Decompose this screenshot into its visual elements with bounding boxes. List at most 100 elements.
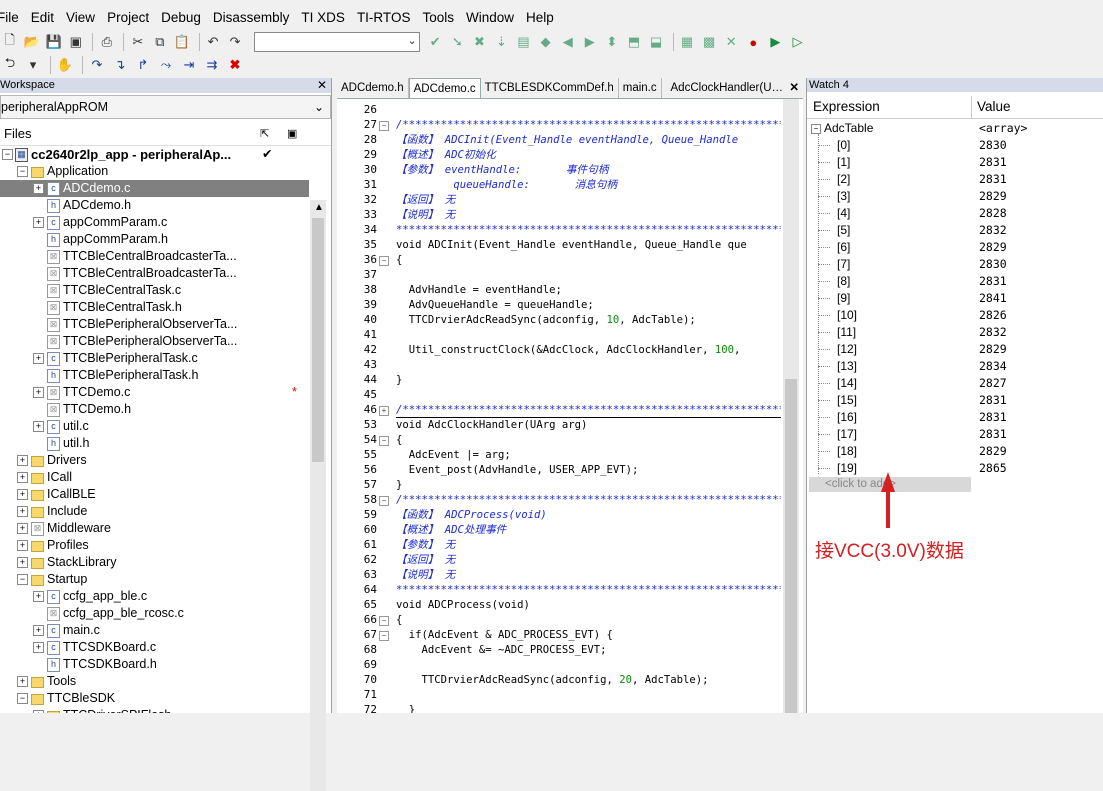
tree-item[interactable]: + c ccfg_app_ble.c bbox=[0, 588, 309, 605]
tree-item[interactable]: + Tools bbox=[0, 673, 309, 690]
menu-disassembly[interactable]: Disassembly bbox=[207, 10, 296, 25]
scroll-up-icon[interactable]: ▲ bbox=[314, 202, 324, 213]
watch-row[interactable]: [18] 2829 bbox=[807, 443, 1103, 460]
watch-row[interactable]: [1] 2831 bbox=[807, 154, 1103, 171]
expand-icon[interactable]: + bbox=[17, 540, 28, 551]
fold-expand-icon[interactable]: + bbox=[379, 406, 389, 416]
tool-icon-8[interactable]: ▶ bbox=[580, 32, 599, 52]
next-statement-icon[interactable]: ⤳ bbox=[156, 55, 176, 75]
expand-icon[interactable]: + bbox=[33, 421, 44, 432]
watch-row[interactable]: [14] 2827 bbox=[807, 375, 1103, 392]
tree-item[interactable]: + StackLibrary bbox=[0, 554, 309, 571]
paste-icon[interactable]: 📋 bbox=[172, 32, 191, 52]
redo-icon[interactable]: ↷ bbox=[226, 32, 245, 52]
watch-row[interactable]: [2] 2831 bbox=[807, 171, 1103, 188]
tree-item[interactable]: + ICallBLE bbox=[0, 486, 309, 503]
expand-icon[interactable]: + bbox=[17, 489, 28, 500]
collapse-icon[interactable]: − bbox=[2, 149, 13, 160]
collapse-icon[interactable]: − bbox=[17, 574, 28, 585]
download-debug-icon[interactable]: ▶ bbox=[766, 32, 785, 52]
watch-row[interactable]: [12] 2829 bbox=[807, 341, 1103, 358]
cut-icon[interactable]: ✂ bbox=[128, 32, 147, 52]
stop-build-icon[interactable]: ✕ bbox=[722, 32, 741, 52]
watch-row[interactable]: [11] 2832 bbox=[807, 324, 1103, 341]
tree-item[interactable]: ⊠ TTCBlePeripheralObserverTa... bbox=[0, 316, 309, 333]
tree-item[interactable]: +TTCDriverSPIFlash bbox=[0, 707, 309, 713]
code-area[interactable]: /***************************************… bbox=[396, 99, 781, 713]
tree-item[interactable]: ⊠ TTCBleCentralTask.c bbox=[0, 282, 309, 299]
reset-icon[interactable]: ⮌ bbox=[0, 55, 20, 75]
menu-project[interactable]: Project bbox=[101, 10, 155, 25]
tab-adcdemo-c[interactable]: ADCdemo.c bbox=[408, 78, 481, 98]
collapse-icon[interactable]: − bbox=[811, 124, 821, 134]
step-into-icon[interactable]: ↴ bbox=[110, 55, 130, 75]
fold-collapse-icon[interactable]: − bbox=[379, 256, 389, 266]
tool-icon-9[interactable]: ⬍ bbox=[602, 32, 621, 52]
menu-tools[interactable]: Tools bbox=[416, 10, 460, 25]
run-to-cursor-icon[interactable]: ⇥ bbox=[179, 55, 199, 75]
step-over-icon[interactable]: ↷ bbox=[87, 55, 107, 75]
tool-icon-7[interactable]: ◀ bbox=[558, 32, 577, 52]
save-icon[interactable]: 💾 bbox=[44, 32, 63, 52]
watch-row[interactable]: [15] 2831 bbox=[807, 392, 1103, 409]
tree-item[interactable]: + ⊠ Middleware bbox=[0, 520, 309, 537]
watch-row[interactable]: [8] 2831 bbox=[807, 273, 1103, 290]
collapse-icon[interactable]: − bbox=[17, 166, 28, 177]
find-combo[interactable]: ⌄ bbox=[253, 32, 420, 52]
fold-collapse-icon[interactable]: − bbox=[379, 496, 389, 506]
watch-row[interactable]: [7] 2830 bbox=[807, 256, 1103, 273]
tree-item[interactable]: + c util.c bbox=[0, 418, 309, 435]
tree-item[interactable]: − TTCBleSDK bbox=[0, 690, 309, 707]
fold-collapse-icon[interactable]: − bbox=[379, 121, 389, 131]
menu-file[interactable]: File bbox=[0, 10, 25, 25]
watch-row[interactable]: [16] 2831 bbox=[807, 409, 1103, 426]
tree-item[interactable]: ⊠ TTCBleCentralBroadcasterTa... bbox=[0, 248, 309, 265]
watch-row[interactable]: [10] 2826 bbox=[807, 307, 1103, 324]
expand-icon[interactable]: + bbox=[17, 676, 28, 687]
tab-ttcblesdkcommdef-h[interactable]: TTCBLESDKCommDef.h bbox=[481, 78, 619, 98]
watch-row[interactable]: [19] 2865 bbox=[807, 460, 1103, 477]
step-out-icon[interactable]: ↱ bbox=[133, 55, 153, 75]
watch-row[interactable]: [0] 2830 bbox=[807, 137, 1103, 154]
fold-collapse-icon[interactable]: − bbox=[379, 436, 389, 446]
watch-root-row[interactable]: − AdcTable <array> bbox=[807, 120, 1103, 137]
project-row[interactable]: − ▦ cc2640r2lp_app - peripheralAp... ✔ bbox=[0, 146, 309, 163]
tree-item[interactable]: h ADCdemo.h bbox=[0, 197, 309, 214]
tree-item[interactable]: ⊠ TTCBleCentralBroadcasterTa... bbox=[0, 265, 309, 282]
editor-scrollbar[interactable] bbox=[783, 99, 799, 713]
watch-row[interactable]: [3] 2829 bbox=[807, 188, 1103, 205]
tool-icon-11[interactable]: ⬓ bbox=[647, 32, 666, 52]
save-all-icon[interactable]: ▣ bbox=[66, 32, 85, 52]
expand-icon[interactable]: + bbox=[33, 217, 44, 228]
tool-icon-4[interactable]: ⇣ bbox=[492, 32, 511, 52]
break-icon[interactable]: ✋ bbox=[55, 55, 75, 75]
menu-view[interactable]: View bbox=[60, 10, 101, 25]
tree-item[interactable]: + Profiles bbox=[0, 537, 309, 554]
workspace-scrollbar[interactable]: ▲ bbox=[310, 200, 326, 791]
copy-icon[interactable]: ⧉ bbox=[150, 32, 169, 52]
fold-collapse-icon[interactable]: − bbox=[379, 616, 389, 626]
tree-item[interactable]: h util.h bbox=[0, 435, 309, 452]
tree-item[interactable]: h TTCBlePeripheralTask.h bbox=[0, 367, 309, 384]
tree-item[interactable]: − Application bbox=[0, 163, 309, 180]
go-icon[interactable]: ⇉ bbox=[202, 55, 222, 75]
function-navigator[interactable]: AdcClockHandler(U… bbox=[671, 78, 783, 98]
watch-row[interactable]: [17] 2831 bbox=[807, 426, 1103, 443]
close-icon[interactable]: ✕ bbox=[789, 78, 799, 98]
expand-icon[interactable]: + bbox=[33, 591, 44, 602]
expand-icon[interactable]: + bbox=[17, 557, 28, 568]
column-icon-1[interactable]: ⇱ bbox=[260, 123, 269, 145]
tree-item[interactable]: + Include bbox=[0, 503, 309, 520]
expand-icon[interactable]: + bbox=[33, 642, 44, 653]
tree-item[interactable]: ⊠ TTCBleCentralTask.h bbox=[0, 299, 309, 316]
fold-collapse-icon[interactable]: − bbox=[379, 631, 389, 641]
tree-item[interactable]: + ICall bbox=[0, 469, 309, 486]
new-file-icon[interactable]: 🗋 bbox=[0, 32, 19, 52]
watch-row[interactable]: [13] 2834 bbox=[807, 358, 1103, 375]
tool-icon-10[interactable]: ⬒ bbox=[624, 32, 643, 52]
menu-debug[interactable]: Debug bbox=[155, 10, 207, 25]
debug-nodownload-icon[interactable]: ▷ bbox=[788, 32, 807, 52]
breakpoint-icon[interactable]: ● bbox=[744, 32, 763, 52]
print-icon[interactable]: ⎙ bbox=[97, 32, 116, 52]
scroll-thumb[interactable] bbox=[312, 218, 324, 462]
